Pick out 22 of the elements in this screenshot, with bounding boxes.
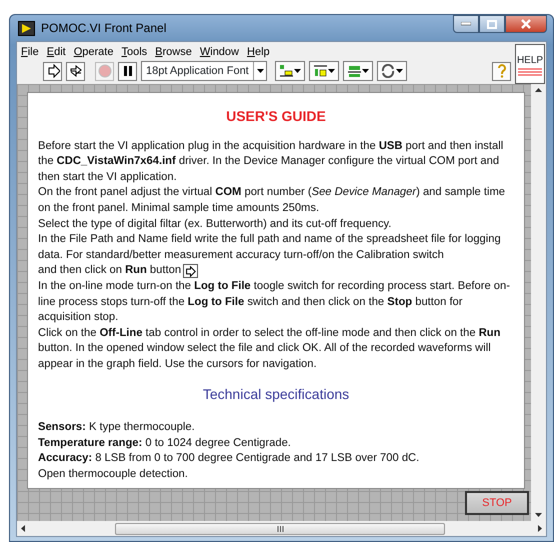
spec-line: Sensors: K type thermocouple. <box>38 420 196 436</box>
guide-title: USER'S GUIDE <box>225 109 327 125</box>
spec-line: Open thermocouple detection. <box>38 466 189 482</box>
paragraph-text: On the front panel adjust the virtual COM port number (See Device Manager) and sample time on the front panel. Minimal sample time amounts 250ms. <box>38 185 506 216</box>
help-window-button[interactable]: HELP <box>515 44 545 84</box>
menu-item[interactable]: Help <box>247 44 270 57</box>
spec-line: Accuracy: 8 LSB from 0 to 700 degree Centigrade and 17 LSB over 700 dC. <box>38 451 420 466</box>
spec-line: Temperature range: 0 to 1024 degree Centigrade. <box>38 436 292 451</box>
window-title: POMOC.VI Front Panel <box>41 20 166 37</box>
menu-item[interactable]: File <box>21 44 39 57</box>
paragraph-text: Select the type of digital filtar (ex. Butterworth) and its cut-off frequency. <box>38 216 392 232</box>
paragraph-text: Before start the VI application plug in the acquisition hardware in the USB port and then install the CDC_VistaWin7x64.inf driver. In the Device Manager configure the virtual COM port and then start the VI application. <box>38 138 504 185</box>
font-dropdown[interactable]: 18pt Application Font <box>141 61 267 81</box>
paragraph-text: and then click on Run button <box>38 263 182 278</box>
menu-item[interactable]: Window <box>200 44 239 57</box>
paragraph-text: Click on the Off-Line tab control in order to select the off-line mode and then click on the Run button. In the opened window select the file and click OK. All of the recorded waveforms will appear in the graph field. Use the cursors for navigation. <box>38 326 502 372</box>
specs-title: Technical specifications <box>202 386 350 402</box>
menu-item[interactable]: Edit <box>46 44 66 57</box>
menu-item[interactable]: Tools <box>121 44 148 57</box>
menu-item[interactable]: Browse <box>155 44 192 57</box>
paragraph-text: In the on-line mode turn-on the Log to File toogle switch for recording process start. Before on-line process stops turn-off the Log to File switch and then click on the Stop button for acquisition stop. <box>38 278 511 326</box>
menu-item[interactable]: Operate <box>74 44 114 57</box>
